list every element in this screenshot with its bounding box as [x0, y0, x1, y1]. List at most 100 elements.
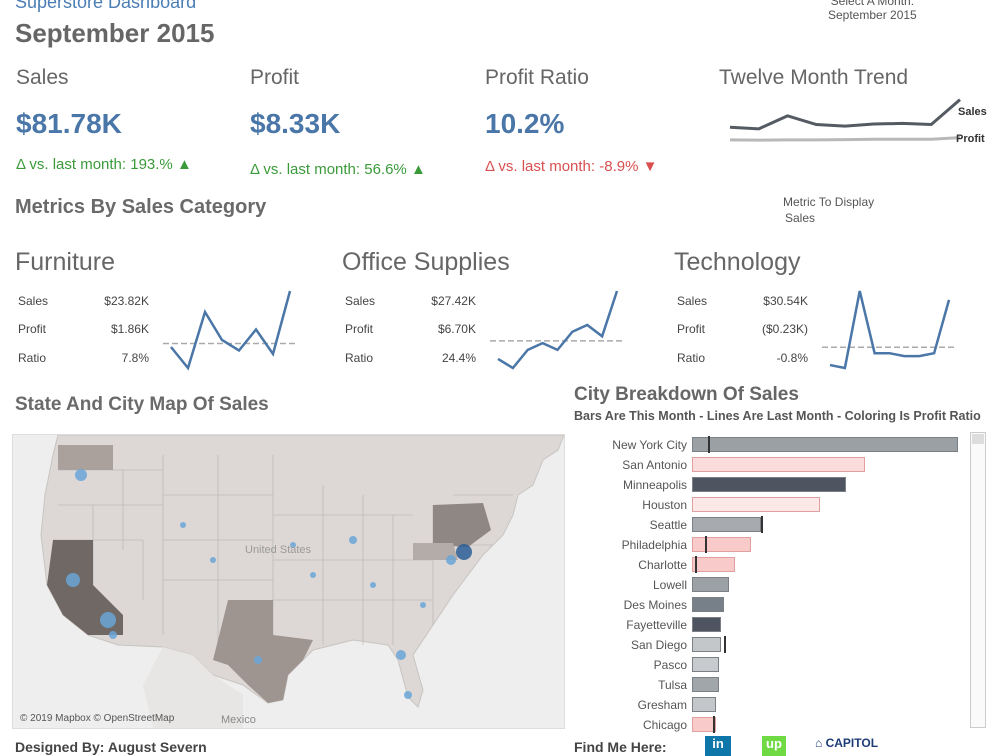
city-label: Tulsa	[658, 678, 687, 692]
trend-sales-label: Sales	[958, 106, 987, 118]
kpi-ratio-delta-text: Δ vs. last month: -8.9%	[485, 158, 639, 175]
city-last-month-marker	[705, 536, 708, 553]
category-metric-label: Profit	[18, 322, 47, 336]
trend-sales-line	[729, 98, 961, 131]
category-metric-value: $6.70K	[437, 322, 476, 336]
month-selector-value[interactable]: September 2015	[828, 8, 917, 22]
category-metric-value: 7.8%	[121, 351, 149, 365]
city-label: Lowell	[652, 578, 687, 592]
month-selector[interactable]: Select A Month: September 2015	[828, 0, 917, 22]
kpi-sales-delta: Δ vs. last month: 193.% ▲	[16, 156, 192, 173]
arrow-up-icon: ▲	[410, 161, 426, 178]
kpi-ratio-label: Profit Ratio	[485, 66, 589, 89]
arrow-down-icon: ▼	[642, 158, 658, 175]
city-label: Gresham	[637, 698, 687, 712]
linkedin-icon[interactable]: in	[705, 736, 731, 756]
city-label: Philadelphia	[621, 538, 687, 552]
category-metric-label: Ratio	[677, 351, 706, 365]
city-label: Des Moines	[623, 598, 687, 612]
city-bar[interactable]	[692, 697, 716, 712]
city-bar[interactable]	[692, 457, 865, 472]
category-section-title: Metrics By Sales Category	[15, 196, 267, 218]
kpi-profit-delta: Δ vs. last month: 56.6% ▲	[250, 161, 426, 178]
category-metric-label: Sales	[345, 294, 376, 308]
category-metric-value: $1.86K	[110, 322, 149, 336]
category-title: Office Supplies	[342, 248, 510, 276]
capitol-icon[interactable]: ⌂ CAPITOL	[815, 736, 878, 750]
city-last-month-marker	[707, 436, 710, 453]
category-metric-value: $30.54K	[763, 294, 808, 308]
city-last-month-marker	[761, 516, 764, 533]
city-label: Houston	[642, 498, 687, 512]
category-metric-label: Sales	[18, 294, 49, 308]
city-bar[interactable]	[692, 477, 847, 492]
upwork-icon[interactable]: up	[762, 736, 786, 756]
state-washington[interactable]	[58, 445, 113, 470]
metric-display-label: Metric To Display	[783, 195, 875, 209]
category-title: Furniture	[15, 248, 116, 276]
city-last-month-marker	[694, 556, 697, 573]
city-label: Pasco	[653, 658, 687, 672]
city-bar[interactable]	[692, 577, 730, 592]
trend-profit-line	[729, 136, 961, 142]
kpi-sales-delta-text: Δ vs. last month: 193.%	[16, 156, 173, 173]
category-metric-label: Sales	[677, 294, 708, 308]
category-metric-value: $27.42K	[431, 294, 476, 308]
us-landmass	[40, 435, 564, 708]
trend-chart: Sales Profit	[729, 98, 987, 145]
metric-display-selector[interactable]: Metric To Display Sales	[783, 194, 874, 226]
category-metric-label: Profit	[677, 322, 706, 336]
page-title: September 2015	[15, 18, 215, 48]
city-chart-scroll-thumb[interactable]	[972, 434, 984, 444]
city-bar[interactable]	[692, 617, 722, 632]
category-metric-label: Ratio	[345, 351, 374, 365]
month-selector-label: Select A Month:	[830, 0, 915, 8]
category-metric-label: Profit	[345, 322, 374, 336]
category-sparkline	[163, 290, 298, 371]
city-bar[interactable]	[692, 557, 735, 572]
category-metric-value: ($0.23K)	[761, 322, 808, 336]
map-title: State And City Map Of Sales	[15, 394, 269, 415]
capitol-dome-icon: ⌂	[815, 736, 823, 750]
designed-by: Designed By: August Severn	[15, 739, 207, 755]
city-label: New York City	[612, 438, 687, 452]
kpi-ratio-value: 10.2%	[485, 108, 565, 139]
category-title: Technology	[674, 248, 801, 276]
city-last-month-marker	[723, 636, 726, 653]
city-breakdown-subtitle: Bars Are This Month - Lines Are Last Mon…	[574, 409, 981, 423]
city-label: San Antonio	[622, 458, 687, 472]
city-bar[interactable]	[692, 637, 722, 652]
kpi-profit-value: $8.33K	[250, 108, 341, 139]
kpi-sales-value: $81.78K	[16, 108, 122, 139]
city-bar[interactable]	[692, 597, 724, 612]
city-label: Charlotte	[638, 558, 687, 572]
kpi-profit-label: Profit	[250, 66, 300, 89]
us-map[interactable]: United States Mexico © 2019 Mapbox © Ope…	[13, 435, 564, 728]
category-metric-value: $23.82K	[104, 294, 149, 308]
city-chart-scrollbar[interactable]	[970, 432, 986, 728]
city-bar[interactable]	[692, 537, 751, 552]
sparkline-series	[497, 290, 619, 370]
category-sparkline	[490, 290, 625, 370]
city-label: Fayetteville	[626, 618, 687, 632]
find-me-label: Find Me Here:	[574, 739, 667, 755]
city-bar[interactable]	[692, 437, 958, 452]
trend-title: Twelve Month Trend	[719, 66, 909, 89]
city-label: San Diego	[630, 638, 687, 652]
metric-display-value[interactable]: Sales	[783, 210, 874, 226]
city-breakdown-title: City Breakdown Of Sales	[574, 384, 799, 405]
city-bar[interactable]	[692, 677, 719, 692]
city-bar[interactable]	[692, 517, 762, 532]
sales-map[interactable]: United States Mexico © 2019 Mapbox © Ope…	[12, 434, 565, 729]
city-last-month-marker	[713, 716, 716, 733]
arrow-up-icon: ▲	[176, 156, 192, 173]
dashboard-title: Superstore Dashboard	[15, 0, 197, 12]
sparkline-series	[170, 290, 292, 371]
sparkline-series	[829, 290, 951, 370]
city-bar[interactable]	[692, 657, 719, 672]
city-label: Seattle	[649, 518, 687, 532]
city-bar[interactable]	[692, 497, 820, 512]
capitol-text: CAPITOL	[825, 736, 879, 750]
category-metric-value: 24.4%	[441, 351, 476, 365]
map-credits: © 2019 Mapbox © OpenStreetMap	[20, 713, 175, 724]
